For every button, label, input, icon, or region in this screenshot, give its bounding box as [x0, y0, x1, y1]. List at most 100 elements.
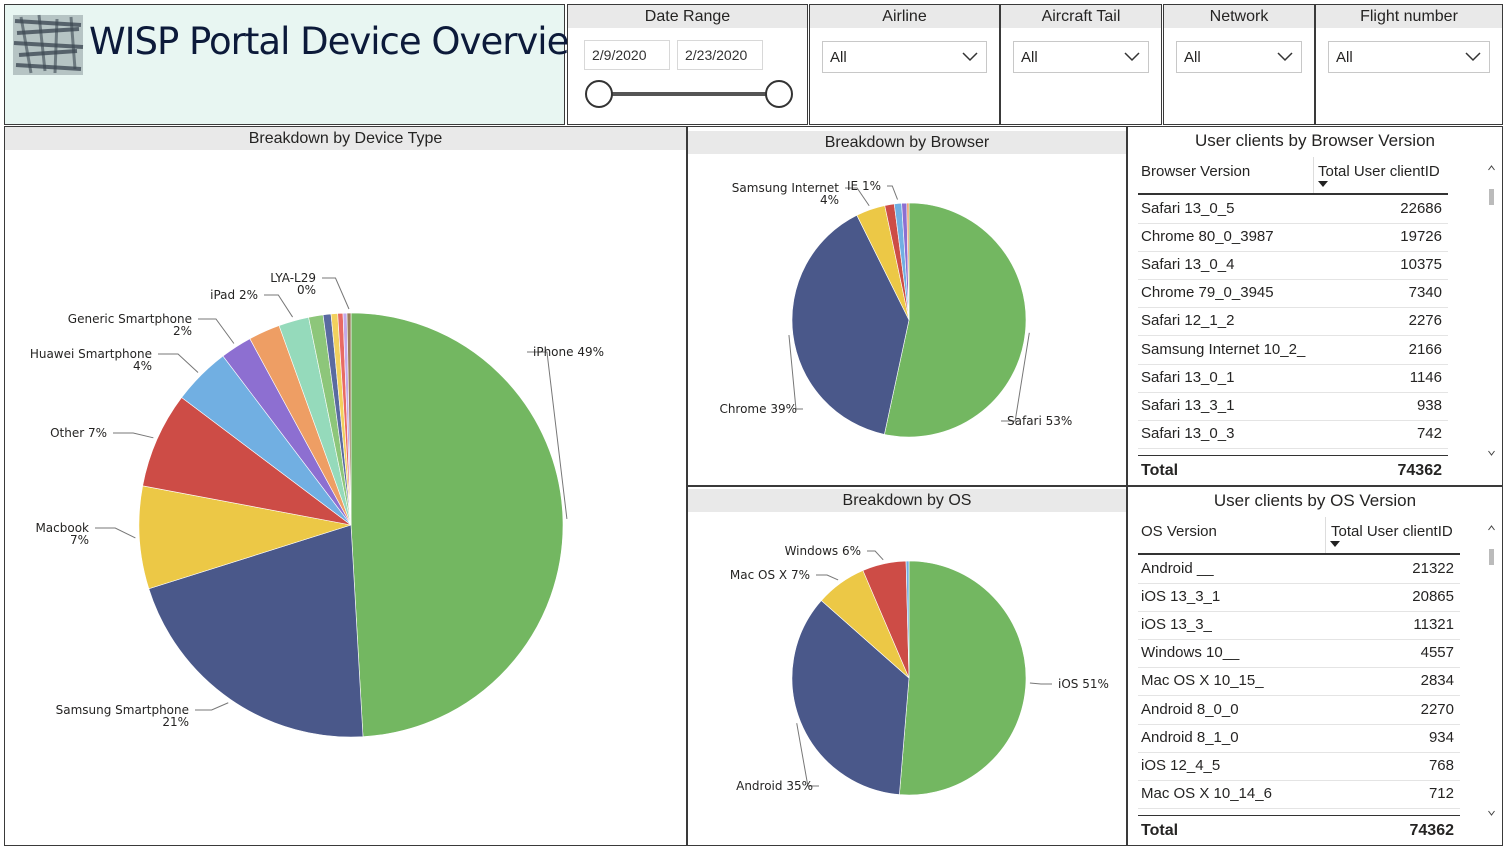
table-row[interactable]: Android __ 21322 [1138, 555, 1460, 584]
row-value: 2166 [1408, 340, 1442, 358]
row-label: Android 8_0_0 [1141, 700, 1239, 718]
table-title: User clients by Browser Version [1195, 131, 1435, 150]
row-value: 4557 [1420, 644, 1454, 662]
leader-line [95, 527, 136, 539]
network-value: All [1184, 49, 1201, 66]
table-row[interactable]: Safari 13_3_1 938 [1138, 392, 1448, 421]
pie-slice[interactable] [350, 312, 564, 737]
date-range-label: Date Range [568, 5, 807, 28]
airline-label: Airline [810, 5, 999, 28]
chevron-down-icon [962, 52, 978, 62]
table-row[interactable]: Safari 13_0_5 22686 [1138, 195, 1448, 224]
row-value: 742 [1416, 424, 1442, 442]
row-label: Android __ [1141, 560, 1214, 577]
table-row[interactable]: Android 8_0_0 2270 [1138, 696, 1460, 725]
table-row[interactable]: Mac OS X 10_15_ 2834 [1138, 667, 1460, 697]
slice-data-label: Chrome 39% [719, 402, 797, 416]
aircraft-tail-value: All [1021, 49, 1038, 66]
os-pie-chart[interactable]: iOS 51% Android 35% Mac OS X 7% Windows 6% [688, 512, 1125, 844]
date-range-slider[interactable] [582, 77, 798, 111]
device-type-pie-chart[interactable]: iPhone 49% Samsung Smartphone 21% Macbook 7%… [5, 151, 685, 845]
total-value: 74362 [1409, 822, 1455, 839]
table-row[interactable]: Windows 10__ 4557 [1138, 639, 1460, 669]
table-row[interactable]: Safari 13_0_3 742 [1138, 420, 1448, 449]
row-value: 2276 [1408, 312, 1442, 330]
table-total-row: Total 74362 [1138, 455, 1448, 486]
browser-pie-chart[interactable]: Safari 53% Chrome 39% Samsung Internet 4% IE… [688, 154, 1125, 484]
row-value: 7340 [1408, 284, 1442, 302]
table-row[interactable]: Chrome 80_0_3987 19726 [1138, 223, 1448, 253]
slice-data-label: IE 1% [847, 179, 881, 193]
network-slicer: Network All [1163, 4, 1315, 125]
chart-title: Breakdown by Browser [688, 131, 1126, 154]
row-label: iOS 13_3_ [1141, 616, 1212, 634]
leader-line [264, 294, 294, 318]
table-row[interactable]: Android 8_1_0 934 [1138, 724, 1460, 753]
device-type-chart-panel: Breakdown by Device Type iPhone 49% Samsu… [4, 126, 687, 846]
row-label: Safari 12_1_2 [1141, 312, 1235, 330]
date-range-slicer[interactable]: Date Range 2/9/2020 2/23/2020 [567, 4, 808, 125]
table-row[interactable]: Samsung Internet 10_2_ 2166 [1138, 336, 1448, 365]
table-row[interactable]: iOS 13_3_ 11321 [1138, 611, 1460, 641]
slice-data-label: Windows 6% [785, 544, 861, 558]
slice-data-label: Macbook 7% [35, 521, 89, 547]
date-end-input[interactable]: 2/23/2020 [677, 40, 763, 70]
row-label: Mac OS X 10_15_ [1141, 672, 1264, 690]
slice-data-label: LYA-L29 0% [270, 271, 316, 297]
table-total-row: Total 74362 [1138, 815, 1460, 846]
row-value: 10375 [1400, 256, 1442, 274]
chevron-down-icon [1277, 52, 1293, 62]
row-label: iOS 13_3_1 [1141, 588, 1221, 606]
table-row[interactable]: Chrome 79_0_3945 7340 [1138, 279, 1448, 309]
aircraft-tail-label: Aircraft Tail [1001, 5, 1161, 28]
table-row[interactable]: Safari 13_0_4 10375 [1138, 251, 1448, 281]
slice-data-label: Other 7% [50, 426, 107, 440]
slice-data-label: Generic Smartphone 2% [68, 312, 192, 338]
date-start-input[interactable]: 2/9/2020 [584, 40, 670, 70]
column-header-browser-version[interactable]: Browser Version [1141, 163, 1250, 180]
leader-line [816, 574, 839, 581]
aircraft-tail-dropdown[interactable]: All [1013, 41, 1149, 73]
row-label: Samsung Internet 10_2_ [1141, 340, 1306, 358]
table-scrollbar[interactable] [1487, 163, 1496, 459]
leader-line [195, 702, 229, 711]
os-chart-panel: Breakdown by OS iOS 51% Android 35% Mac OS… [687, 486, 1127, 846]
browser-version-table: User clients by Browser Version Browser … [1127, 126, 1503, 486]
flight-number-label: Flight number [1316, 5, 1502, 28]
network-dropdown[interactable]: All [1176, 41, 1302, 73]
row-value: 11321 [1413, 616, 1454, 634]
table-row[interactable]: iOS 13_3_1 20865 [1138, 583, 1460, 613]
row-value: 2270 [1420, 700, 1454, 718]
row-label: Android 8_1_0 [1141, 728, 1239, 746]
chart-title: Breakdown by OS [688, 489, 1126, 512]
total-value: 74362 [1397, 462, 1443, 479]
row-label: Chrome 79_0_3945 [1141, 284, 1274, 302]
slider-start-handle[interactable] [585, 80, 613, 108]
table-row[interactable]: iOS 12_4_5 768 [1138, 752, 1460, 781]
row-value: 2834 [1420, 672, 1454, 690]
leader-line [113, 432, 154, 439]
column-header-os-version[interactable]: OS Version [1141, 523, 1217, 540]
row-label: Safari 13_0_5 [1141, 200, 1235, 217]
browser-chart-panel: Breakdown by Browser Safari 53% Chrome 39… [687, 126, 1127, 486]
table-row[interactable]: Mac OS X 10_14_6 712 [1138, 780, 1460, 809]
table-row[interactable]: Safari 12_1_2 2276 [1138, 307, 1448, 337]
airline-dropdown[interactable]: All [822, 41, 987, 73]
leader-line [158, 353, 199, 373]
row-value: 20865 [1412, 588, 1454, 606]
slider-end-handle[interactable] [765, 80, 793, 108]
table-scrollbar[interactable] [1487, 523, 1496, 819]
table-row[interactable]: Safari 13_0_1 1146 [1138, 364, 1448, 393]
row-value: 934 [1428, 728, 1454, 746]
pie-slice[interactable] [899, 560, 1027, 796]
column-header-total-clientid[interactable]: Total User clientID [1331, 523, 1453, 540]
row-value: 712 [1428, 784, 1454, 802]
slice-data-label: iPad 2% [210, 288, 258, 302]
row-value: 21322 [1412, 560, 1454, 577]
chevron-down-icon [1465, 52, 1481, 62]
row-label: Safari 13_0_3 [1141, 424, 1235, 442]
leader-line [887, 185, 898, 200]
airline-value: All [830, 49, 847, 66]
flight-number-dropdown[interactable]: All [1328, 41, 1490, 73]
column-header-total-clientid[interactable]: Total User clientID [1318, 163, 1440, 180]
